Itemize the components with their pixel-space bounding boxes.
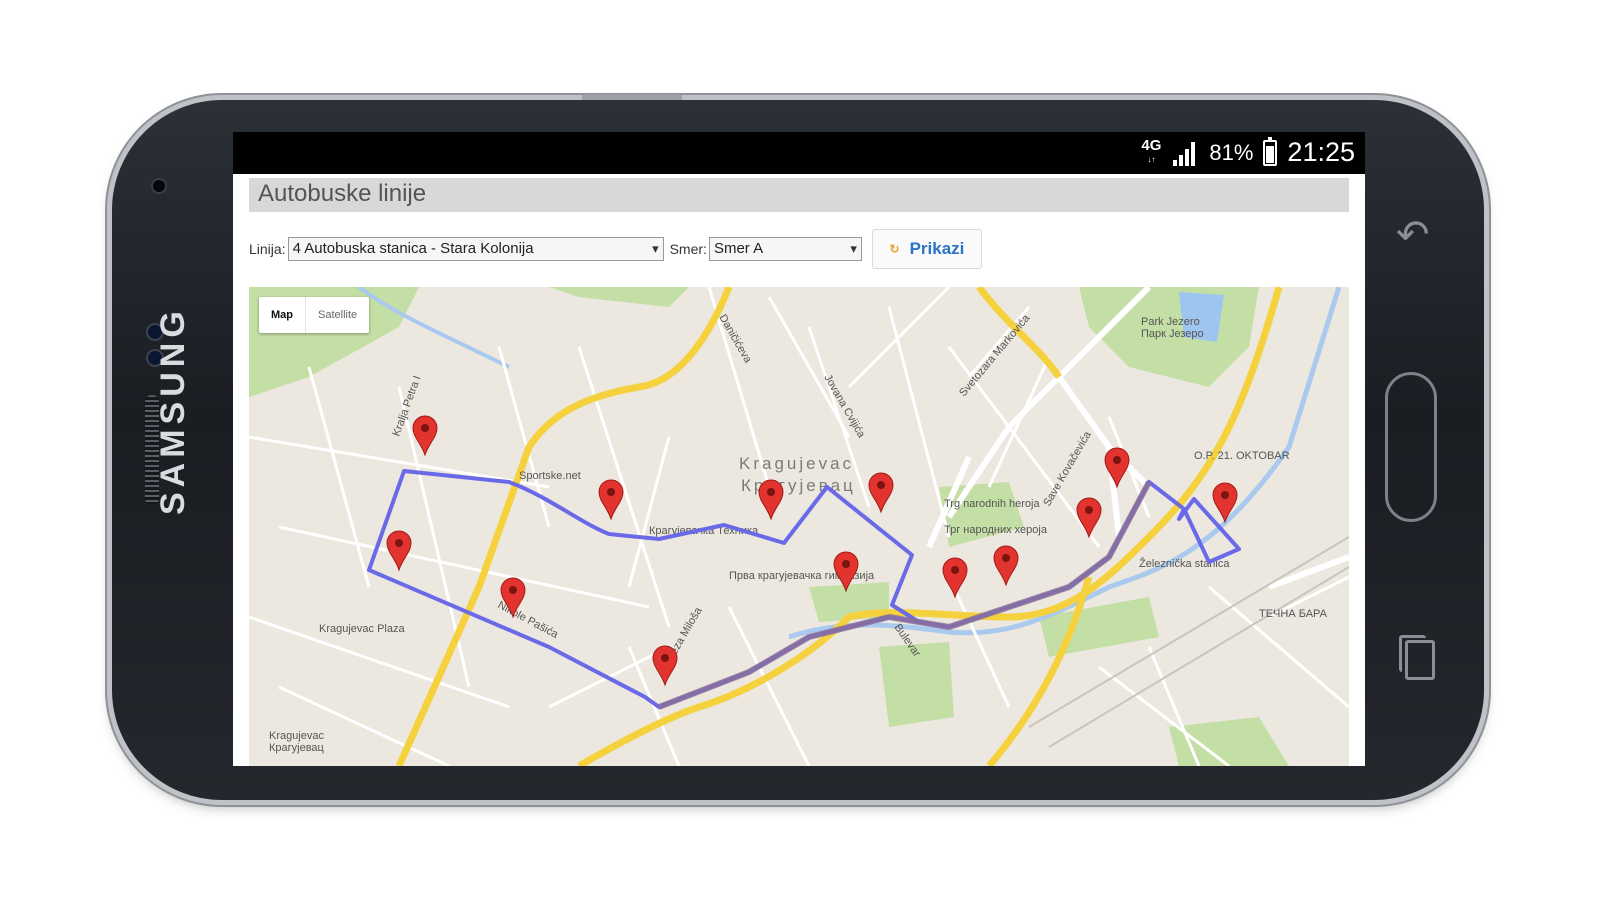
brand-logo: SAMSUNG — [154, 306, 192, 515]
refresh-icon: ↻ — [889, 242, 900, 256]
marker-dot — [661, 654, 669, 662]
marker-dot — [509, 586, 517, 594]
home-button[interactable] — [1385, 372, 1437, 522]
recent-apps-icon[interactable] — [1399, 635, 1435, 680]
marker-dot — [842, 560, 850, 568]
map-view[interactable]: Kragujevac Крагујевац Sportske.net Kragu… — [249, 287, 1349, 766]
marker-dot — [877, 481, 885, 489]
line-select[interactable]: 4 Autobuska stanica - Stara Kolonija — [287, 237, 664, 261]
marker-dot — [1221, 491, 1229, 499]
screen: 4G ↓↑ 81% 21:25 Autobuske linije Linija:… — [233, 132, 1365, 766]
marker-dot — [1002, 554, 1010, 562]
map-type-map-button[interactable]: Map — [259, 297, 305, 333]
signal-icon — [1171, 140, 1199, 166]
show-button-label: Prikazi — [909, 239, 965, 258]
network-type: 4G — [1141, 136, 1162, 154]
controls-bar: Linija: 4 Autobuska stanica - Stara Kolo… — [249, 229, 982, 269]
marker-dot — [607, 488, 615, 496]
battery-icon — [1263, 136, 1278, 166]
map-type-satellite-button[interactable]: Satellite — [305, 297, 369, 333]
place-square-cyr: Трг народних хероја — [944, 524, 1048, 536]
map-type-control: Map Satellite — [259, 297, 370, 333]
power-button — [582, 94, 682, 100]
line-label: Linija: — [249, 241, 286, 257]
network-activity: ↓↑ — [1147, 154, 1156, 164]
place-plaza: Kragujevac Plaza — [319, 623, 405, 635]
direction-select[interactable]: Smer A — [708, 237, 862, 261]
map-city-label: Kragujevac — [739, 454, 854, 473]
place-hotel-cyr: Крагујевац — [269, 742, 325, 754]
clock: 21:25 — [1287, 137, 1355, 167]
front-camera — [153, 180, 165, 192]
place-square: Trg narodnih heroja — [944, 498, 1040, 510]
marker-dot — [951, 566, 959, 574]
place-sports: Sportske.net — [519, 470, 581, 482]
marker-dot — [395, 539, 403, 547]
marker-dot — [767, 488, 775, 496]
place-oktobar: O.P. 21. OKTOBAR — [1194, 450, 1290, 462]
place-park: Park Jezero — [1141, 316, 1200, 328]
battery-percent: 81% — [1209, 139, 1254, 165]
place-hotel: Kragujevac — [269, 730, 325, 742]
page-title: Autobuske linije — [249, 178, 1349, 212]
marker-dot — [1113, 456, 1121, 464]
direction-label: Smer: — [669, 241, 707, 257]
map-city-label-cyr: Крагујевац — [741, 476, 856, 495]
status-bar: 4G ↓↑ 81% 21:25 — [233, 132, 1365, 174]
marker-dot — [1085, 506, 1093, 514]
back-key-icon[interactable]: ↶ — [1396, 212, 1430, 258]
marker-dot — [421, 424, 429, 432]
map-canvas[interactable]: Kragujevac Крагујевац Sportske.net Kragu… — [249, 287, 1349, 766]
place-tecna-bara: ТЕЧНА БАРА — [1259, 608, 1328, 620]
place-park-cyr: Парк Језеро — [1141, 328, 1204, 340]
network-indicator: 4G ↓↑ — [1141, 136, 1162, 167]
show-button[interactable]: ↻ Prikazi — [871, 229, 982, 269]
